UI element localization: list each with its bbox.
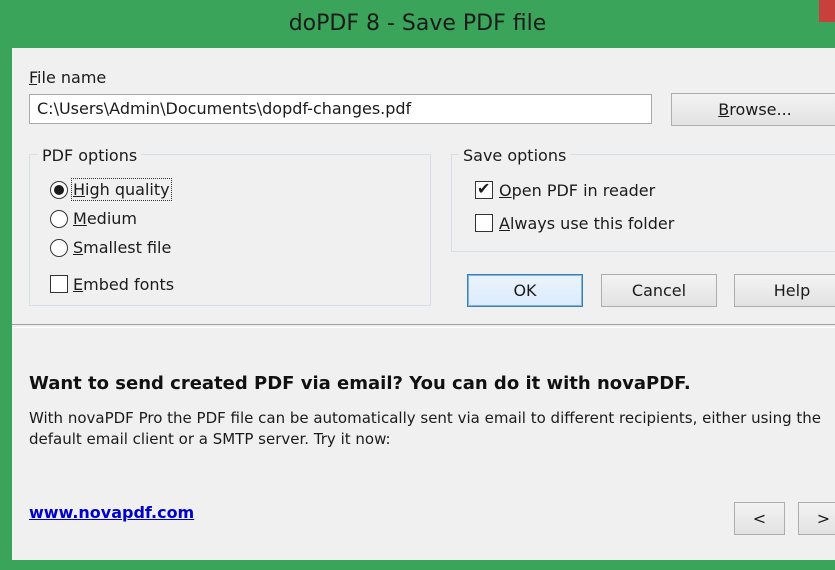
- next-button[interactable]: >: [798, 502, 835, 535]
- save-options-group: [451, 154, 835, 252]
- radio-smallest-file-label[interactable]: Smallest file: [73, 238, 171, 257]
- save-options-title: Save options: [459, 146, 571, 165]
- close-button[interactable]: [819, 0, 835, 22]
- dialog-body: File name C:\Users\Admin\Documents\dopdf…: [12, 48, 835, 560]
- always-use-folder-label[interactable]: Always use this folder: [499, 214, 674, 233]
- embed-fonts-label[interactable]: Embed fonts: [73, 275, 174, 294]
- open-rest: pen PDF in reader: [511, 181, 656, 200]
- embed-accel: E: [73, 275, 84, 294]
- promo-title: Want to send created PDF via email? You …: [29, 373, 691, 394]
- embed-fonts-checkbox[interactable]: [50, 275, 68, 293]
- medium-accel: M: [73, 209, 87, 228]
- promo-text: With novaPDF Pro the PDF file can be aut…: [29, 409, 822, 448]
- open-in-reader-label[interactable]: Open PDF in reader: [499, 181, 655, 200]
- file-name-label-rest: ile name: [37, 68, 107, 87]
- novapdf-link[interactable]: www.novapdf.com: [29, 503, 194, 522]
- always-rest: lways use this folder: [509, 214, 675, 233]
- always-accel: A: [499, 214, 510, 233]
- help-button[interactable]: Help: [734, 274, 835, 307]
- check-mark-icon: ✔: [477, 179, 491, 198]
- radio-high-quality-label[interactable]: High quality: [71, 178, 172, 201]
- title-bar[interactable]: doPDF 8 - Save PDF file: [0, 0, 835, 48]
- always-use-folder-checkbox[interactable]: [475, 214, 493, 232]
- hq-rest: igh quality: [85, 180, 170, 199]
- browse-accel: B: [718, 100, 730, 119]
- pdf-options-title: PDF options: [38, 146, 142, 165]
- radio-medium-label[interactable]: Medium: [73, 209, 137, 228]
- ok-button[interactable]: OK: [467, 274, 583, 307]
- radio-high-quality[interactable]: [50, 181, 68, 199]
- smallest-accel: S: [73, 238, 84, 257]
- browse-button[interactable]: Browse...: [671, 93, 835, 126]
- open-accel: O: [499, 181, 512, 200]
- smallest-rest: mallest file: [83, 238, 172, 257]
- window-title: doPDF 8 - Save PDF file: [288, 11, 547, 36]
- medium-rest: edium: [86, 209, 137, 228]
- file-name-input[interactable]: C:\Users\Admin\Documents\dopdf-changes.p…: [29, 94, 652, 124]
- embed-rest: mbed fonts: [83, 275, 175, 294]
- prev-button[interactable]: <: [734, 502, 785, 535]
- radio-smallest-file[interactable]: [50, 239, 68, 257]
- section-divider: [12, 324, 835, 328]
- file-name-label: File name: [29, 68, 106, 87]
- open-in-reader-checkbox[interactable]: ✔: [475, 179, 493, 199]
- file-name-label-first: F: [29, 68, 38, 87]
- cancel-button[interactable]: Cancel: [601, 274, 717, 307]
- radio-medium[interactable]: [50, 210, 68, 228]
- hq-accel: H: [73, 180, 86, 199]
- browse-rest: rowse...: [729, 100, 792, 119]
